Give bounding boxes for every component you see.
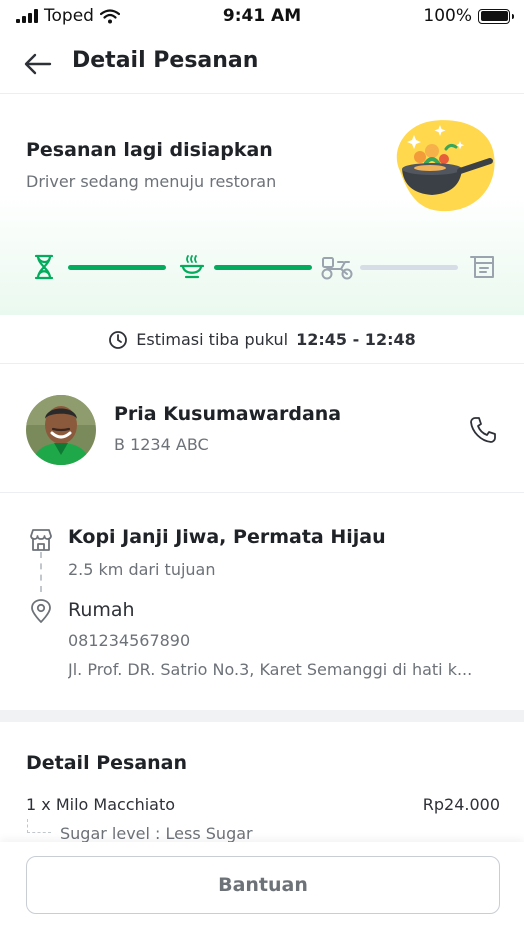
route-card: Kopi Janji Jiwa, Permata Hijau 2.5 km da… bbox=[0, 494, 524, 710]
eta-bar: Estimasi tiba pukul 12:45 - 12:48 bbox=[0, 316, 524, 364]
driver-plate-number: B 1234 ABC bbox=[114, 435, 209, 454]
order-item-price: Rp24.000 bbox=[422, 795, 500, 814]
back-arrow-icon[interactable] bbox=[22, 48, 54, 80]
order-item-note: Sugar level : Less Sugar bbox=[60, 824, 253, 843]
progress-segment-2 bbox=[214, 265, 312, 270]
status-bar: Toped 9:41 AM 100% bbox=[0, 0, 524, 34]
cooking-pot-icon bbox=[179, 255, 205, 279]
driver-card: Pria Kusumawardana B 1234 ABC bbox=[0, 365, 524, 493]
order-detail-title: Detail Pesanan bbox=[26, 752, 188, 774]
progress-segment-3 bbox=[360, 265, 458, 270]
help-button[interactable]: Bantuan bbox=[26, 856, 500, 914]
battery-percent: 100% bbox=[423, 6, 472, 26]
item-note-connector bbox=[27, 819, 51, 833]
destination-name: Rumah bbox=[68, 599, 135, 621]
order-progress-tracker bbox=[30, 253, 500, 283]
top-app-bar: Detail Pesanan bbox=[0, 34, 524, 94]
progress-segment-1 bbox=[68, 265, 166, 270]
status-bar-right: 100% bbox=[423, 6, 514, 26]
section-divider bbox=[0, 710, 524, 722]
store-icon bbox=[30, 529, 52, 551]
clock-icon bbox=[109, 330, 128, 349]
order-status-title: Pesanan lagi disiapkan bbox=[26, 139, 273, 161]
destination-address: Jl. Prof. DR. Satrio No.3, Karet Semangg… bbox=[68, 660, 473, 679]
order-status-subtitle: Driver sedang menuju restoran bbox=[26, 172, 277, 191]
delivered-box-icon bbox=[470, 256, 494, 278]
order-status-card: Pesanan lagi disiapkan Driver sedang men… bbox=[0, 95, 524, 315]
bottom-action-bar: Bantuan bbox=[0, 842, 524, 926]
eta-time-range: 12:45 - 12:48 bbox=[296, 330, 416, 349]
page-title: Detail Pesanan bbox=[72, 48, 259, 73]
route-connector-line bbox=[40, 552, 42, 592]
avatar bbox=[26, 395, 96, 465]
hourglass-icon bbox=[34, 254, 54, 280]
phone-icon[interactable] bbox=[468, 415, 498, 445]
motorbike-icon bbox=[321, 257, 353, 280]
battery-icon bbox=[478, 8, 514, 24]
order-item-name: 1 x Milo Macchiato bbox=[26, 795, 176, 814]
location-pin-icon bbox=[31, 599, 51, 623]
cooking-wok-illustration bbox=[396, 120, 495, 212]
eta-label: Estimasi tiba pukul bbox=[136, 330, 289, 349]
driver-name: Pria Kusumawardana bbox=[114, 403, 342, 425]
destination-phone: 081234567890 bbox=[68, 631, 191, 650]
restaurant-distance: 2.5 km dari tujuan bbox=[68, 560, 216, 579]
restaurant-name: Kopi Janji Jiwa, Permata Hijau bbox=[68, 526, 386, 548]
order-detail-section: Detail Pesanan 1 x Milo Macchiato Rp24.0… bbox=[0, 722, 524, 852]
